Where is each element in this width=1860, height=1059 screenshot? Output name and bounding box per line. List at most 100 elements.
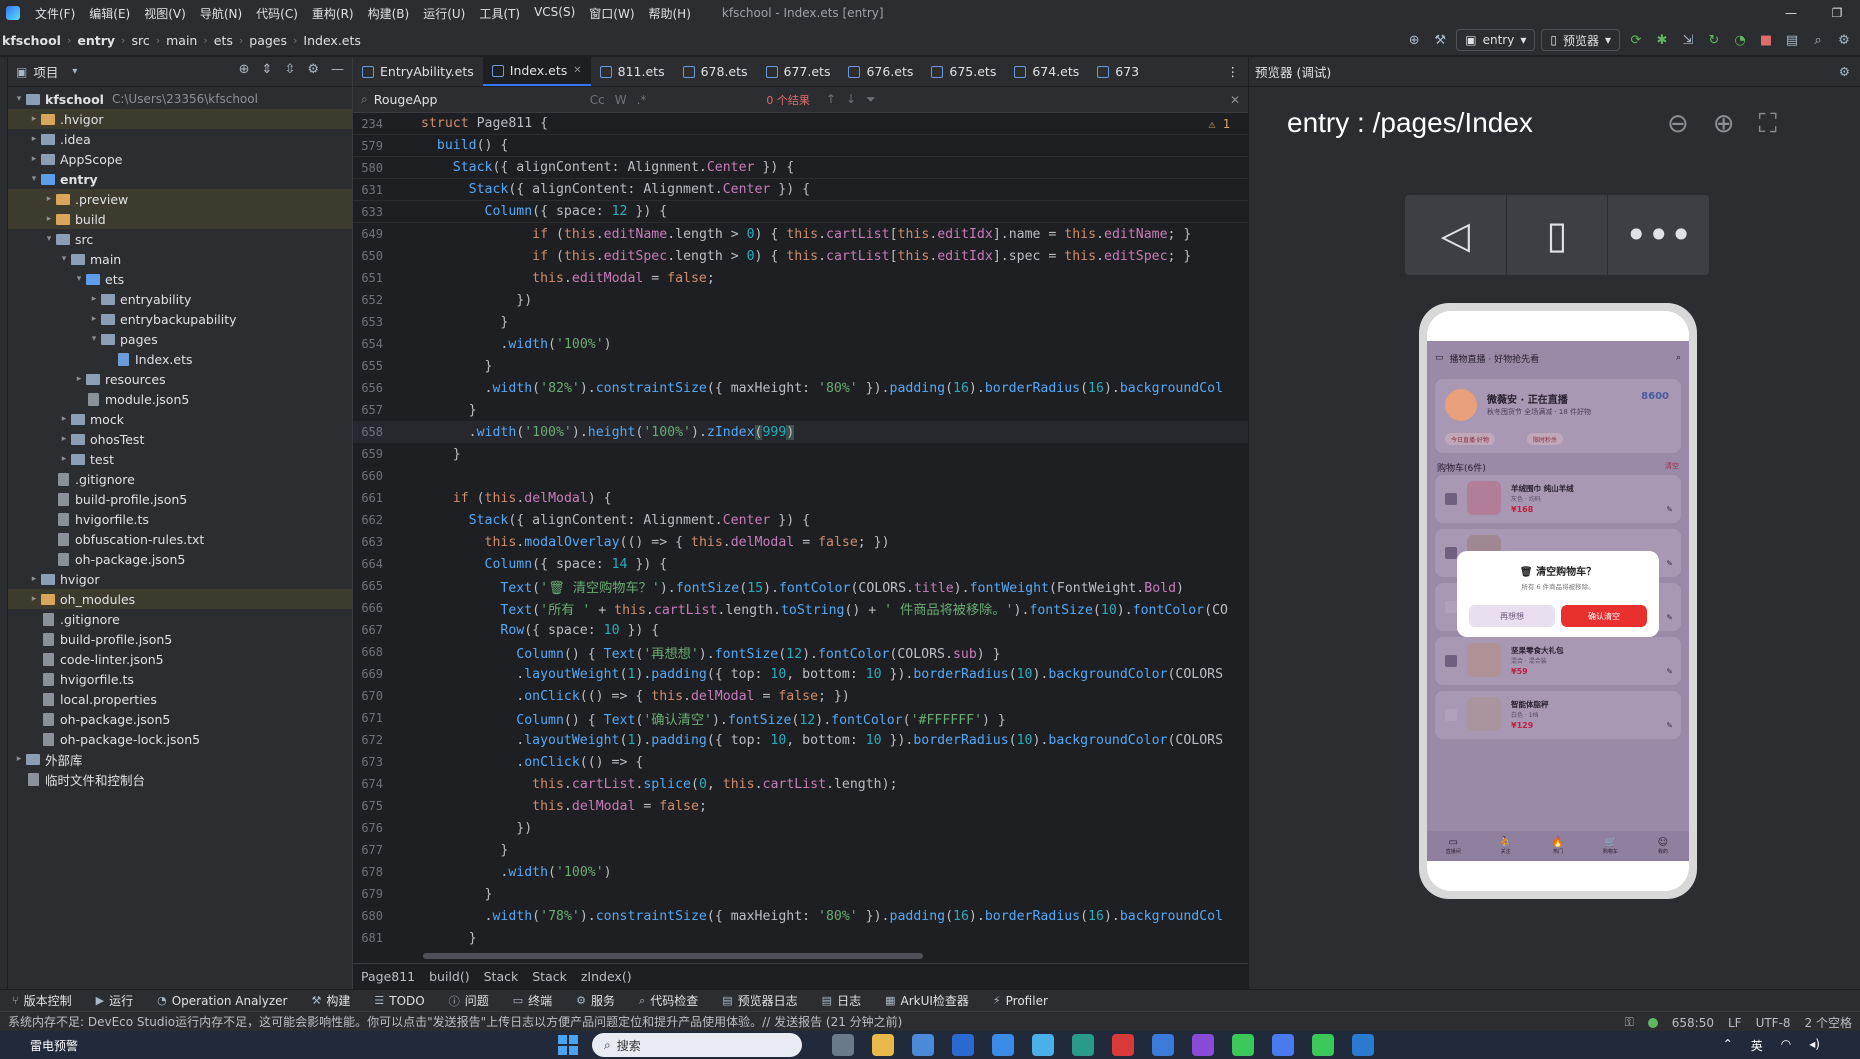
- code-line[interactable]: 649 if (this.editName.length > 0) { this…: [353, 223, 1248, 245]
- mail-icon[interactable]: [1032, 1034, 1055, 1056]
- tree-item[interactable]: ▾ pages: [8, 329, 352, 349]
- tool-window-button[interactable]: ▦ ArkUI检查器: [873, 992, 981, 1009]
- chevron-right-icon[interactable]: ▸: [27, 154, 41, 164]
- run-config-dropdown[interactable]: ▣ entry ▾: [1456, 29, 1536, 51]
- code-line[interactable]: 673 .onClick(() => {: [353, 751, 1248, 773]
- tool-window-button[interactable]: ▶ 运行: [84, 992, 145, 1009]
- tree-item[interactable]: ▸ test: [8, 449, 352, 469]
- cart-item[interactable]: 羊绒围巾 纯山羊绒 灰色 · 均码 ¥168 ✎: [1435, 475, 1681, 523]
- tool-window-button[interactable]: ⑂ 版本控制: [0, 992, 84, 1009]
- find-input[interactable]: [373, 92, 574, 107]
- code-line[interactable]: 633 Column({ space: 12 }) {: [353, 201, 1248, 223]
- cart-clear-link[interactable]: 清空: [1665, 461, 1679, 471]
- tree-item[interactable]: hvigorfile.ts: [8, 509, 352, 529]
- cart-item[interactable]: 智能体脂秤 白色 · 1档 ¥129 ✎: [1435, 691, 1681, 739]
- tree-item[interactable]: ▸ 外部库: [8, 749, 352, 769]
- tree-item[interactable]: ▸ mock: [8, 409, 352, 429]
- app-tab-item[interactable]: ⛹ 关注: [1479, 831, 1531, 861]
- target-icon[interactable]: ⊕: [1404, 30, 1424, 50]
- chevron-right-icon[interactable]: ▸: [57, 434, 71, 444]
- menu-item[interactable]: 构建(B): [361, 5, 417, 22]
- file-explorer-icon[interactable]: [872, 1034, 895, 1056]
- chevron-right-icon[interactable]: ▸: [42, 194, 56, 204]
- whole-word-icon[interactable]: W: [615, 93, 627, 107]
- task-view-icon[interactable]: [832, 1034, 855, 1056]
- chevron-down-icon[interactable]: ▾: [27, 174, 41, 184]
- code-line[interactable]: 677 }: [353, 839, 1248, 861]
- menu-item[interactable]: 窗口(W): [582, 5, 641, 22]
- code-line[interactable]: 656 .width('82%').constraintSize({ maxHe…: [353, 377, 1248, 399]
- warning-indicator[interactable]: ⚠ 1: [1208, 117, 1230, 131]
- device-manager-icon[interactable]: ▤: [1782, 30, 1802, 50]
- code-line[interactable]: 674 this.cartList.splice(0, this.cartLis…: [353, 773, 1248, 795]
- horizontal-scrollbar[interactable]: [423, 953, 923, 959]
- tree-item[interactable]: build-profile.json5: [8, 629, 352, 649]
- weather-widget[interactable]: 雷电预警: [30, 1037, 78, 1054]
- edit-icon[interactable]: ✎: [1666, 667, 1673, 676]
- tree-item[interactable]: .gitignore: [8, 609, 352, 629]
- speaker-icon[interactable]: ◂): [1809, 1037, 1820, 1054]
- tree-item[interactable]: oh-package.json5: [8, 549, 352, 569]
- menu-item[interactable]: 工具(T): [472, 5, 527, 22]
- code-line[interactable]: 680 .width('78%').constraintSize({ maxHe…: [353, 905, 1248, 927]
- code-line[interactable]: 668 Column() { Text('再想想').fontSize(12).…: [353, 641, 1248, 663]
- line-separator[interactable]: LF: [1728, 1016, 1742, 1030]
- chevron-down-icon[interactable]: ▾: [72, 274, 86, 284]
- menu-item[interactable]: 重构(R): [305, 5, 361, 22]
- chevron-right-icon[interactable]: ▸: [42, 214, 56, 224]
- tool-window-button[interactable]: ⚒ 构建: [299, 992, 362, 1009]
- tool-window-button[interactable]: ⚡ Profiler: [981, 994, 1060, 1008]
- tool-window-button[interactable]: ▤ 预览器日志: [710, 992, 809, 1009]
- wifi-icon[interactable]: ◠: [1781, 1037, 1791, 1054]
- filter-icon[interactable]: ⏷: [866, 92, 876, 107]
- checkbox[interactable]: [1445, 601, 1457, 613]
- edit-icon[interactable]: ✎: [1666, 559, 1673, 568]
- code-line[interactable]: 631 Stack({ alignContent: Alignment.Cent…: [353, 179, 1248, 201]
- tree-item[interactable]: local.properties: [8, 689, 352, 709]
- chevron-right-icon[interactable]: ▸: [72, 374, 86, 384]
- editor-tab[interactable]: 674.ets: [1005, 57, 1088, 86]
- tree-item[interactable]: ▾ ets: [8, 269, 352, 289]
- file-encoding[interactable]: UTF-8: [1756, 1016, 1791, 1030]
- app-tab-item[interactable]: 🔥 热门: [1532, 831, 1584, 861]
- code-line[interactable]: 234 struct Page811 {: [353, 113, 1248, 135]
- expand-all-icon[interactable]: ⇕: [262, 62, 273, 77]
- help-icon[interactable]: [1152, 1034, 1175, 1056]
- tool-window-button[interactable]: ▭ 终端: [501, 992, 564, 1009]
- minimize-button[interactable]: —: [1768, 0, 1814, 26]
- app-tab-item[interactable]: 🛒 购物车: [1584, 831, 1636, 861]
- attach-icon[interactable]: ⇲: [1678, 30, 1698, 50]
- input-language[interactable]: 英: [1751, 1037, 1763, 1054]
- wps-icon[interactable]: [1112, 1034, 1135, 1056]
- edge-icon[interactable]: [1072, 1034, 1095, 1056]
- edit-icon[interactable]: ✎: [1666, 721, 1673, 730]
- more-icon[interactable]: •••: [1608, 195, 1709, 275]
- gear-icon[interactable]: ⚙: [1839, 64, 1850, 79]
- code-line[interactable]: 664 Column({ space: 14 }) {: [353, 553, 1248, 575]
- confirm-clear-button[interactable]: 确认清空: [1561, 605, 1647, 627]
- tree-item[interactable]: ▸ .hvigor: [8, 109, 352, 129]
- chevron-right-icon[interactable]: ▸: [27, 134, 41, 144]
- tool-window-button[interactable]: ☰ TODO: [362, 994, 436, 1008]
- chevron-down-icon[interactable]: ▾: [87, 334, 101, 344]
- cursor-position[interactable]: 658:50: [1672, 1016, 1714, 1030]
- hide-icon[interactable]: —: [331, 62, 344, 77]
- editor-breadcrumb-item[interactable]: zIndex(): [581, 969, 632, 984]
- code-line[interactable]: 654 .width('100%'): [353, 333, 1248, 355]
- code-line[interactable]: 657 }: [353, 399, 1248, 421]
- maximize-button[interactable]: ❐: [1814, 0, 1860, 26]
- chevron-down-icon[interactable]: ▾: [57, 254, 71, 264]
- match-case-icon[interactable]: Cc: [590, 93, 605, 107]
- chevron-down-icon[interactable]: ▾: [72, 66, 77, 77]
- tree-item[interactable]: ▸ build: [8, 209, 352, 229]
- breadcrumb-item[interactable]: ets: [212, 33, 235, 48]
- app-tab-item[interactable]: ▭ 直播间: [1427, 831, 1479, 861]
- code-line[interactable]: 651 this.editModal = false;: [353, 267, 1248, 289]
- editor-tab[interactable]: EntryAbility.ets: [353, 57, 483, 86]
- cart-item[interactable]: 坚果零食大礼包 混合 · 混合装 ¥59 ✎: [1435, 637, 1681, 685]
- tree-item[interactable]: ▸ hvigor: [8, 569, 352, 589]
- code-line[interactable]: 676 }): [353, 817, 1248, 839]
- edit-icon[interactable]: ✎: [1666, 613, 1673, 622]
- tree-item[interactable]: oh-package.json5: [8, 709, 352, 729]
- chevron-up-icon[interactable]: ⌃: [1723, 1037, 1733, 1054]
